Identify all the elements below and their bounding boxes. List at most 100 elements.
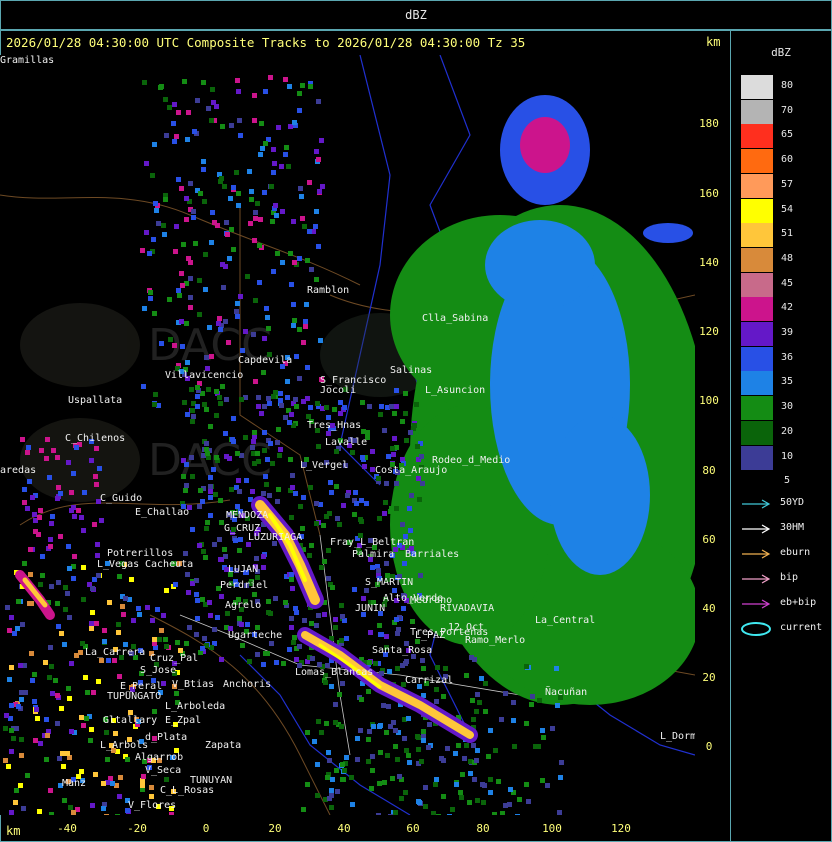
echo-pixel [235, 314, 240, 319]
echo-pixel [66, 686, 71, 691]
echo-pixel [253, 298, 258, 303]
echo-pixel [309, 267, 314, 272]
echo-pixel [266, 599, 271, 604]
echo-pixel [72, 514, 77, 519]
echo-pixel [110, 781, 115, 786]
legend-title: dBZ [771, 46, 791, 59]
echo-pixel [291, 323, 296, 328]
echo-pixel [368, 630, 373, 635]
echo-pixel [214, 104, 219, 109]
echo-pixel [188, 181, 193, 186]
echo-pixel [256, 404, 261, 409]
echo-pixel [342, 768, 347, 773]
echo-pixel [225, 232, 230, 237]
echo-pixel [21, 806, 26, 811]
echo-pixel [302, 224, 307, 229]
echo-pixel [540, 728, 545, 733]
echo-pixel [5, 605, 10, 610]
echo-pixel [301, 495, 306, 500]
echo-pixel [197, 543, 202, 548]
echo-pixel [345, 493, 350, 498]
echo-pixel [263, 89, 268, 94]
echo-pixel [545, 783, 550, 788]
echo-pixel [142, 80, 147, 85]
echo-pixel [338, 411, 343, 416]
echo-pixel [55, 721, 60, 726]
echo-pixel [14, 788, 19, 793]
echo-pixel [386, 704, 391, 709]
echo-pixel [403, 391, 408, 396]
echo-pixel [274, 213, 279, 218]
echo-pixel [344, 636, 349, 641]
echo-pixel [550, 726, 555, 731]
echo-pixel [49, 664, 54, 669]
place-label: E_Zpal [165, 715, 202, 726]
echo-pixel [307, 229, 312, 234]
echo-pixel [400, 419, 405, 424]
echo-pixel [382, 428, 387, 433]
echo-pixel [333, 720, 338, 725]
x-tick-label: -40 [57, 822, 77, 835]
echo-pixel [261, 370, 266, 375]
echo-pixel [176, 110, 181, 115]
echo-pixel [58, 534, 63, 539]
echo-pixel [383, 500, 388, 505]
echo-pixel [262, 430, 267, 435]
echo-pixel [255, 652, 260, 657]
echo-pixel [209, 118, 214, 123]
echo-pixel [255, 451, 260, 456]
echo-pixel [209, 354, 214, 359]
echo-pixel [147, 251, 152, 256]
place-label: aredas [0, 465, 37, 476]
echo-pixel [3, 758, 8, 763]
echo-pixel [238, 294, 243, 299]
echo-pixel [192, 129, 197, 134]
scale-swatch [741, 247, 773, 272]
echo-pixel [188, 305, 193, 310]
echo-pixel [393, 810, 398, 815]
echo-pixel [48, 544, 53, 549]
echo-pixel [529, 702, 534, 707]
echo-pixel [278, 398, 283, 403]
echo-pixel [377, 781, 382, 786]
scale-swatch [741, 371, 773, 396]
echo-pixel [431, 811, 436, 815]
echo-pixel [214, 455, 219, 460]
echo-pixel [251, 332, 256, 337]
y-tick-label: 140 [699, 256, 719, 269]
echo-pixel [95, 553, 100, 558]
echo-pixel [193, 241, 198, 246]
echo-pixel [181, 242, 186, 247]
radar-map[interactable]: DACC DACC DACC DACC VillavicencioUspalla… [0, 55, 695, 815]
echo-pixel [235, 301, 240, 306]
echo-pixel [339, 603, 344, 608]
place-label: Gramillas [0, 55, 55, 66]
scale-label: 45 [780, 277, 794, 289]
echo-pixel [191, 414, 196, 419]
echo-pixel [389, 506, 394, 511]
echo-pixel [419, 759, 424, 764]
echo-pixel [93, 772, 98, 777]
echo-pixel [222, 547, 227, 552]
echo-pixel [181, 474, 186, 479]
echo-pixel [338, 400, 343, 405]
echo-pixel [391, 720, 396, 725]
echo-pixel [517, 684, 522, 689]
echo-pixel [185, 137, 190, 142]
scale-swatch [741, 223, 773, 248]
echo-pixel [34, 707, 39, 712]
echo-pixel [183, 488, 188, 493]
echo-pixel [195, 98, 200, 103]
echo-pixel [81, 597, 86, 602]
echo-pixel [173, 582, 178, 587]
echo-pixel [195, 616, 200, 621]
echo-pixel [45, 733, 50, 738]
echo-pixel [353, 490, 358, 495]
place-label: La_Central [535, 615, 596, 626]
echo-pixel [421, 738, 426, 743]
echo-pixel [406, 716, 411, 721]
scale-swatch [741, 470, 773, 495]
echo-pixel [261, 565, 266, 570]
track-legend-label: eb+bip [780, 597, 817, 608]
echo-pixel [314, 277, 319, 282]
